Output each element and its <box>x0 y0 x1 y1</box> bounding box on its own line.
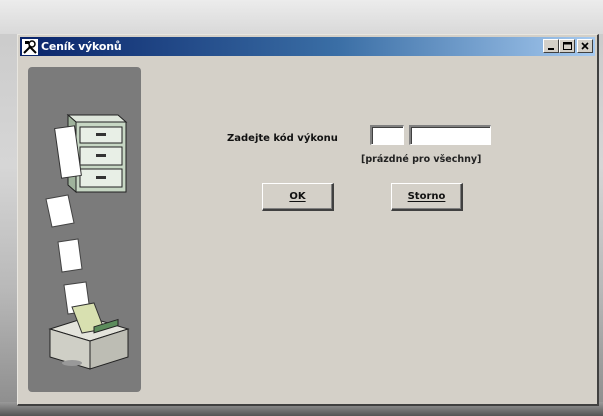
side-illustration-panel <box>28 67 141 392</box>
code-label: Zadejte kód výkonu <box>227 133 338 144</box>
close-button[interactable] <box>577 39 593 53</box>
paper-sheet-icon <box>45 194 91 315</box>
title-bar[interactable]: Ceník výkonů <box>20 37 595 56</box>
close-icon <box>581 42 589 50</box>
office-illustration <box>45 113 130 370</box>
maximize-button[interactable] <box>559 39 575 53</box>
maximize-icon <box>562 42 572 50</box>
code-field-1[interactable] <box>370 125 404 145</box>
hint-text: [prázdné pro všechny] <box>361 154 482 165</box>
printer-icon <box>48 302 130 370</box>
tools-icon[interactable] <box>22 38 38 55</box>
ok-button[interactable]: OK <box>262 183 334 211</box>
dialog-window: Ceník výkonů Zadejte kód výkonu [prázdné… <box>17 34 599 406</box>
storno-button-label: Storno <box>407 191 446 202</box>
ok-button-label: OK <box>289 191 306 202</box>
minimize-icon <box>548 48 554 50</box>
file-cabinet-icon <box>54 113 128 194</box>
minimize-button[interactable] <box>543 39 559 53</box>
code-field-2[interactable] <box>409 125 491 145</box>
desktop-background-top <box>0 0 603 34</box>
window-title: Ceník výkonů <box>41 40 122 53</box>
storno-button[interactable]: Storno <box>391 183 463 211</box>
window-controls <box>543 39 593 53</box>
